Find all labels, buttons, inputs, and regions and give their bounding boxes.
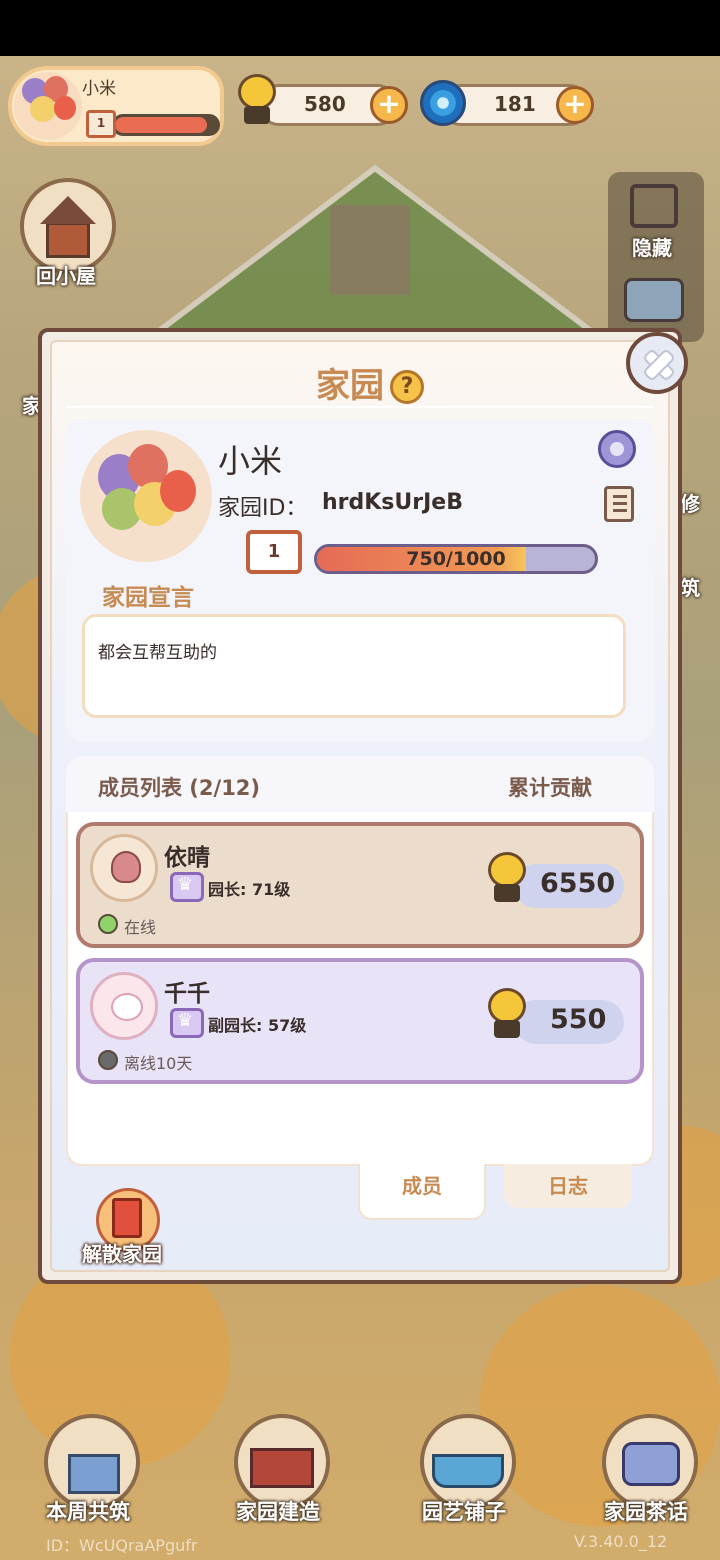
player-level-house-icon: 1: [86, 110, 116, 138]
side-peek-label-right-2: 筑: [680, 576, 700, 600]
add-snail-currency-button[interactable]: +: [370, 86, 408, 124]
player-avatar[interactable]: [14, 72, 82, 140]
version-footer: V.3.40.0_12: [574, 1532, 668, 1551]
player-level-bar-fill: [115, 117, 207, 133]
garden-level-house-icon: 1: [246, 530, 302, 574]
garden-construction-label: 家园建造: [236, 1500, 320, 1524]
snail-coin-icon: [484, 988, 528, 1040]
member-name: 依晴: [164, 845, 210, 871]
copy-icon[interactable]: [604, 486, 634, 522]
weekly-build-label: 本周共筑: [46, 1500, 130, 1524]
dialog-title-text: 家园: [316, 366, 384, 406]
dissolve-garden-label: 解散家园: [82, 1242, 162, 1266]
title-divider: [66, 406, 654, 408]
garden-level-progress-bar: 750/1000: [314, 544, 598, 574]
bricks-icon: [250, 1448, 314, 1488]
member-status: 在线: [124, 918, 157, 937]
snail-coin-icon: [484, 852, 528, 904]
snail-currency-value: 580: [304, 92, 346, 116]
side-peek-label-right-1: 修: [680, 492, 700, 516]
vice-leader-crown-icon: [170, 1008, 204, 1038]
hide-ui-icon[interactable]: [630, 184, 678, 228]
hide-ui-label: 隐藏: [632, 236, 672, 260]
member-avatar[interactable]: [90, 834, 158, 902]
garden-name: 小米: [218, 442, 283, 480]
offline-status-icon: [98, 1050, 118, 1070]
member-status: 离线10天: [124, 1054, 193, 1073]
dialog-title: 家园?: [52, 358, 688, 407]
exit-door-icon: [112, 1198, 142, 1238]
garden-id-value: hrdKsUrJeB: [322, 490, 463, 515]
garden-chat-label: 家园茶话: [604, 1500, 688, 1524]
home-button-label: 回小屋: [36, 264, 96, 288]
planter-icon: [432, 1454, 504, 1488]
help-icon[interactable]: ?: [390, 370, 424, 404]
member-contribution: 550: [550, 1004, 607, 1035]
house-icon: [46, 222, 90, 258]
podium-icon: [68, 1454, 120, 1494]
garden-level-progress-text: 750/1000: [406, 548, 506, 570]
member-contribution: 6550: [540, 868, 616, 899]
gardening-shop-label: 园艺铺子: [422, 1500, 506, 1524]
swirl-currency-value: 181: [494, 92, 536, 116]
manifesto-text: 都会互帮互助的: [98, 643, 217, 663]
online-status-icon: [98, 914, 118, 934]
status-bar: [0, 0, 720, 56]
garden-avatar: [80, 430, 212, 562]
player-name: 小米: [82, 79, 116, 99]
player-level-bar: [112, 114, 220, 136]
swirl-gem-icon: [420, 80, 466, 126]
player-id-footer: ID：WcUQraAPgufr: [46, 1536, 198, 1555]
chat-bubble-icon: [622, 1442, 680, 1486]
member-avatar[interactable]: [90, 972, 158, 1040]
tab-log[interactable]: 日志: [504, 1164, 632, 1208]
gear-icon[interactable]: [598, 430, 636, 468]
manifesto-box[interactable]: [82, 614, 626, 718]
roof-icon: [40, 196, 96, 224]
member-name: 千千: [164, 981, 210, 1007]
snail-coin-icon: [234, 74, 278, 126]
member-role: 园长: 71级: [208, 880, 291, 899]
add-swirl-currency-button[interactable]: +: [556, 86, 594, 124]
camera-icon[interactable]: [624, 278, 684, 322]
member-role: 副园长: 57级: [208, 1016, 307, 1035]
contribution-column-title: 累计贡献: [508, 776, 592, 800]
house-background: [330, 205, 410, 295]
leader-crown-icon: [170, 872, 204, 902]
garden-id-label: 家园ID：: [218, 496, 308, 521]
tab-members[interactable]: 成员: [358, 1164, 486, 1220]
close-button[interactable]: [626, 332, 688, 394]
manifesto-label: 家园宣言: [102, 585, 194, 611]
members-list-title: 成员列表 (2/12): [98, 776, 261, 800]
